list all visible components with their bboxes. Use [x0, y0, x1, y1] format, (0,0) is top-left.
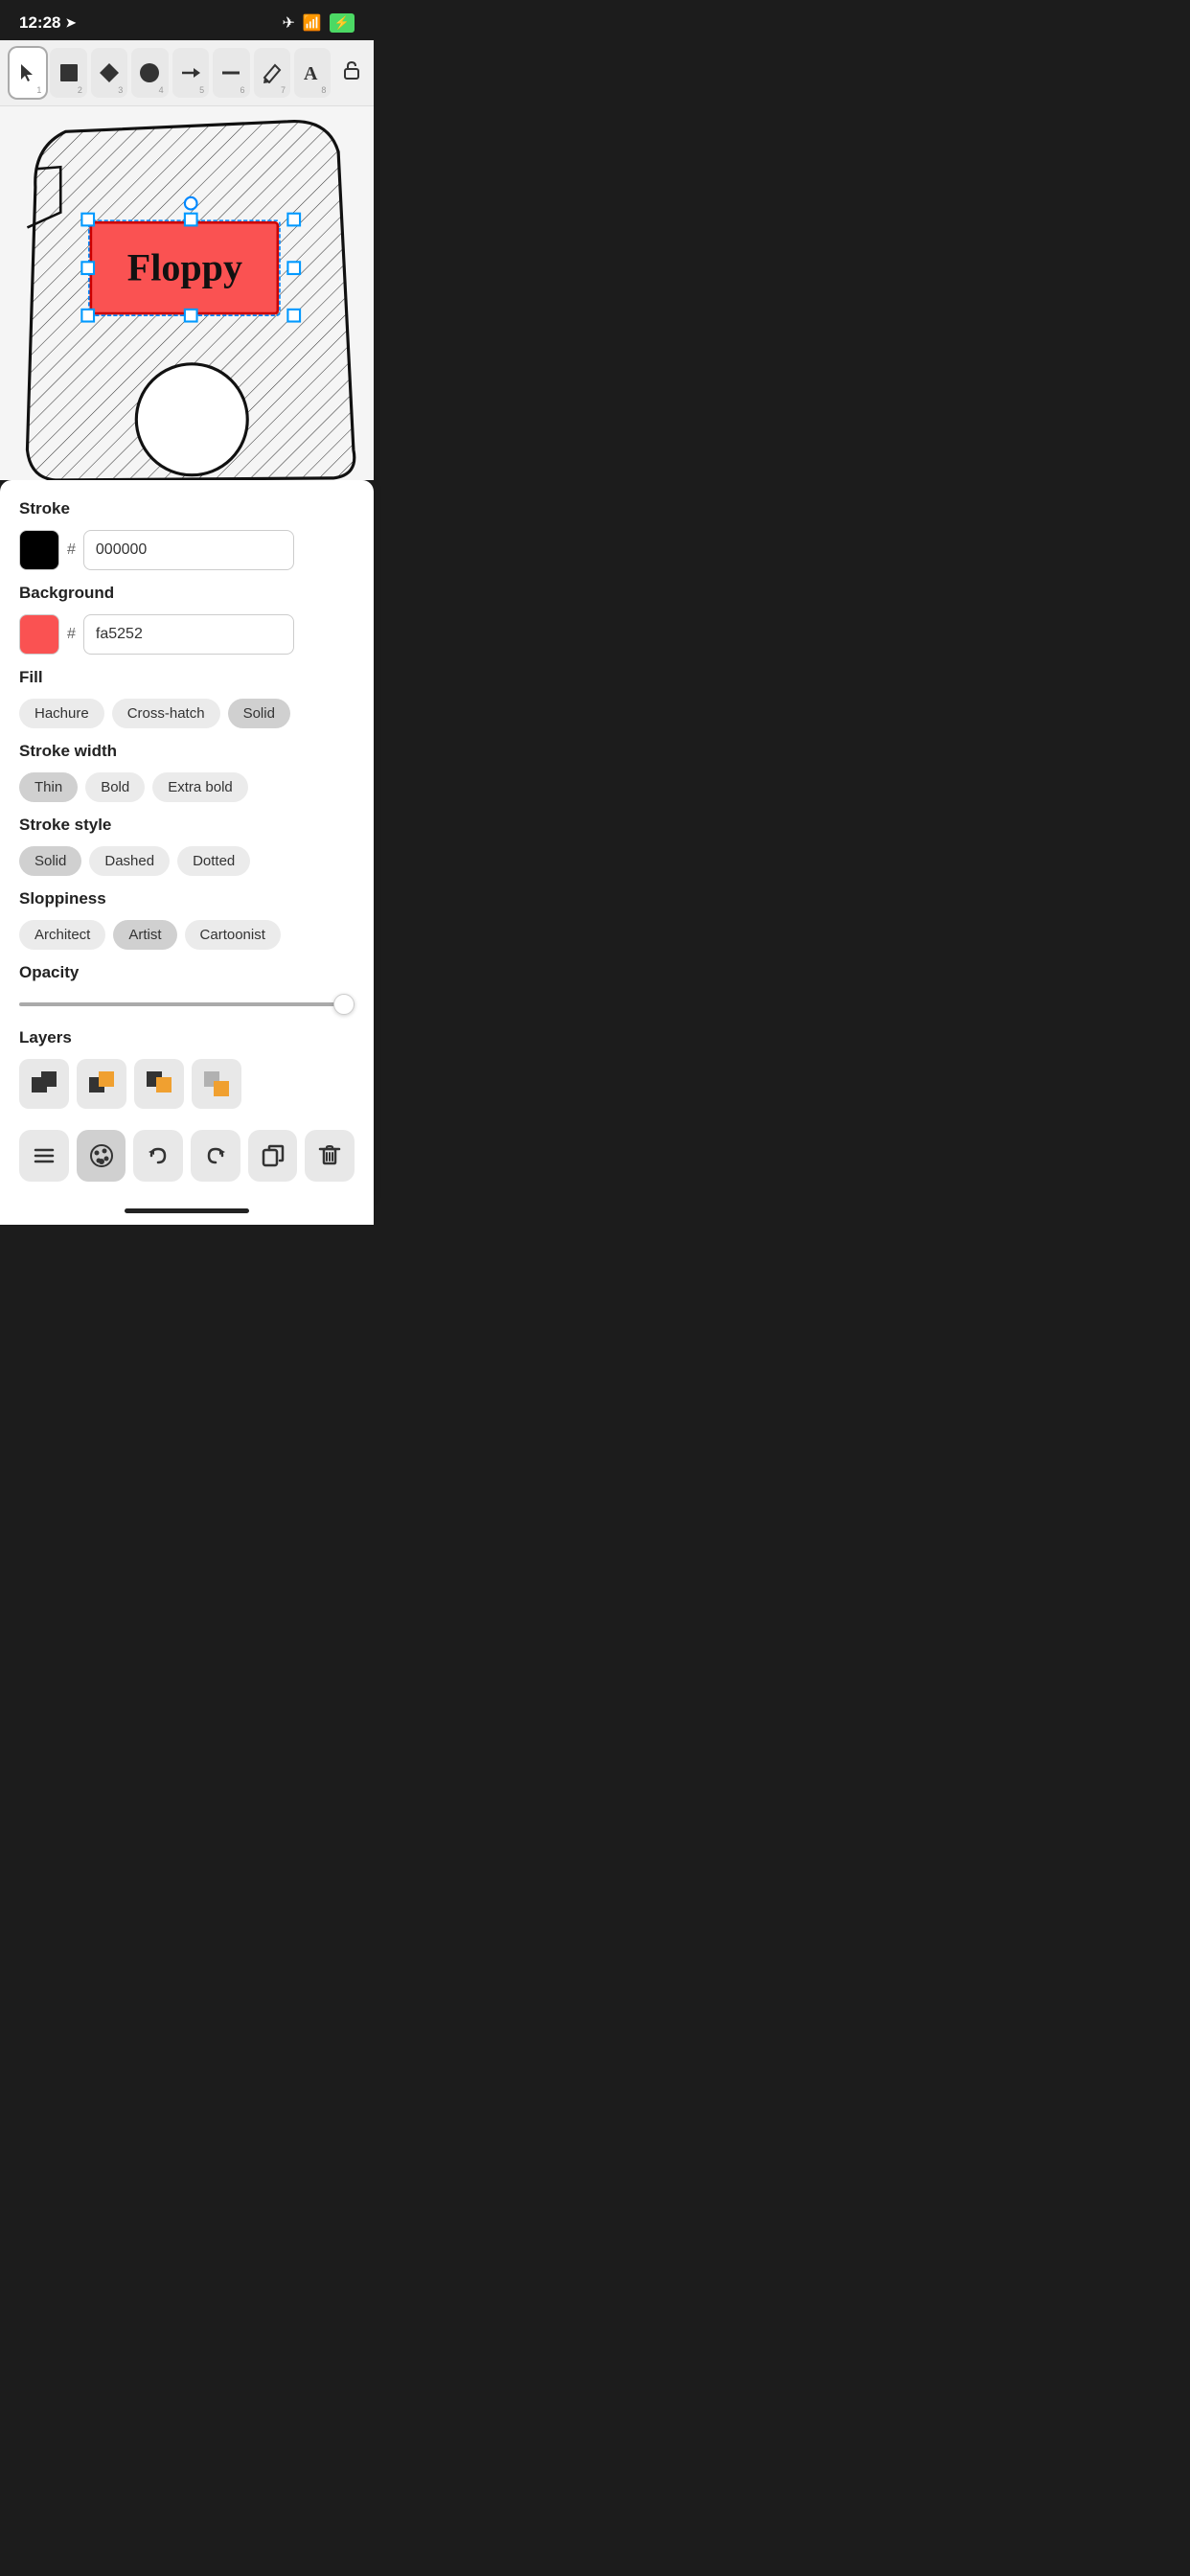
diamond-tool[interactable]: 3: [91, 48, 127, 98]
delete-icon: [317, 1143, 342, 1168]
fill-section: Fill Hachure Cross-hatch Solid: [19, 668, 355, 728]
background-color-row: #: [19, 614, 355, 655]
stroke-bold[interactable]: Bold: [85, 772, 145, 802]
location-icon: ➤: [65, 15, 76, 31]
stroke-style-options: Solid Dashed Dotted: [19, 846, 355, 876]
text-icon: A: [302, 62, 323, 83]
layers-section: Layers: [19, 1028, 355, 1109]
stroke-hash: #: [67, 541, 76, 559]
stroke-dashed[interactable]: Dashed: [89, 846, 170, 876]
layer4-icon: [202, 1070, 231, 1098]
diamond-icon: [99, 62, 120, 83]
fill-label: Fill: [19, 668, 355, 687]
stroke-style-label: Stroke style: [19, 816, 355, 835]
layer-chip-4[interactable]: [192, 1059, 241, 1109]
layer1-icon: [30, 1070, 58, 1098]
wifi-icon: 📶: [303, 13, 322, 33]
stroke-color-input[interactable]: [83, 530, 294, 570]
opacity-slider-container: [19, 994, 355, 1011]
copy-button[interactable]: [248, 1130, 298, 1182]
sloppiness-architect[interactable]: Architect: [19, 920, 105, 950]
select-tool[interactable]: 1: [10, 48, 46, 98]
fill-crosshatch[interactable]: Cross-hatch: [112, 699, 220, 728]
bottom-toolbar: [19, 1122, 355, 1191]
opacity-section: Opacity: [19, 963, 355, 1011]
line-icon: [220, 62, 241, 83]
stroke-width-section: Stroke width Thin Bold Extra bold: [19, 742, 355, 802]
sloppiness-label: Sloppiness: [19, 889, 355, 908]
status-icons: ✈ 📶 ⚡: [282, 13, 355, 33]
layers-label: Layers: [19, 1028, 355, 1047]
menu-button[interactable]: [19, 1130, 69, 1182]
home-indicator: [0, 1201, 374, 1225]
rectangle-tool[interactable]: 2: [50, 48, 86, 98]
stroke-color-swatch[interactable]: [19, 530, 59, 570]
redo-icon: [203, 1143, 228, 1168]
svg-text:Floppy: Floppy: [127, 245, 242, 288]
copy-icon: [261, 1143, 286, 1168]
home-bar: [125, 1208, 249, 1213]
svg-text:A: A: [304, 63, 318, 83]
stroke-color-row: #: [19, 530, 355, 570]
sloppiness-cartoonist[interactable]: Cartoonist: [185, 920, 281, 950]
time-display: 12:28: [19, 13, 60, 33]
stroke-dotted[interactable]: Dotted: [177, 846, 250, 876]
pencil-icon: [262, 62, 283, 83]
airplane-icon: ✈: [282, 13, 294, 33]
fill-hachure[interactable]: Hachure: [19, 699, 104, 728]
stroke-width-label: Stroke width: [19, 742, 355, 761]
status-bar: 12:28 ➤ ✈ 📶 ⚡: [0, 0, 374, 40]
fill-solid[interactable]: Solid: [228, 699, 290, 728]
sloppiness-artist[interactable]: Artist: [113, 920, 176, 950]
palette-button[interactable]: [77, 1130, 126, 1182]
layer-chip-3[interactable]: [134, 1059, 184, 1109]
background-color-swatch[interactable]: [19, 614, 59, 655]
redo-button[interactable]: [191, 1130, 240, 1182]
background-color-input[interactable]: [83, 614, 294, 655]
layer2-icon: [87, 1070, 116, 1098]
text-tool[interactable]: A 8: [294, 48, 331, 98]
square-icon: [58, 62, 80, 83]
fill-options: Hachure Cross-hatch Solid: [19, 699, 355, 728]
toolbar: 1 2 3 4 5 6 7: [0, 40, 374, 106]
canvas-drawing: Floppy: [0, 106, 374, 480]
palette-icon: [89, 1143, 114, 1168]
layer-chip-2[interactable]: [77, 1059, 126, 1109]
lock-icon: [341, 59, 362, 80]
stroke-extra-bold[interactable]: Extra bold: [152, 772, 248, 802]
arrow-icon: [180, 62, 201, 83]
stroke-label: Stroke: [19, 499, 355, 518]
delete-button[interactable]: [305, 1130, 355, 1182]
circle-icon: [139, 62, 160, 83]
properties-panel: Stroke # Background # Fill Hachure Cross…: [0, 480, 374, 1201]
layer3-icon: [145, 1070, 173, 1098]
undo-button[interactable]: [133, 1130, 183, 1182]
sloppiness-options: Architect Artist Cartoonist: [19, 920, 355, 950]
opacity-label: Opacity: [19, 963, 355, 982]
canvas-area[interactable]: Floppy: [0, 106, 374, 480]
ellipse-tool[interactable]: 4: [131, 48, 168, 98]
stroke-style-section: Stroke style Solid Dashed Dotted: [19, 816, 355, 876]
opacity-slider[interactable]: [19, 1002, 355, 1006]
undo-icon: [146, 1143, 171, 1168]
lock-button[interactable]: [338, 56, 364, 90]
status-time: 12:28 ➤: [19, 13, 76, 33]
cursor-icon: [17, 62, 38, 83]
stroke-solid[interactable]: Solid: [19, 846, 81, 876]
stroke-thin[interactable]: Thin: [19, 772, 78, 802]
sloppiness-section: Sloppiness Architect Artist Cartoonist: [19, 889, 355, 950]
stroke-width-options: Thin Bold Extra bold: [19, 772, 355, 802]
background-label: Background: [19, 584, 355, 603]
line-tool[interactable]: 6: [213, 48, 249, 98]
menu-icon: [33, 1144, 56, 1167]
pencil-tool[interactable]: 7: [254, 48, 290, 98]
battery-icon: ⚡: [330, 13, 355, 33]
layer-chips: [19, 1059, 355, 1109]
layer-chip-1[interactable]: [19, 1059, 69, 1109]
arrow-tool[interactable]: 5: [172, 48, 209, 98]
background-hash: #: [67, 626, 76, 643]
